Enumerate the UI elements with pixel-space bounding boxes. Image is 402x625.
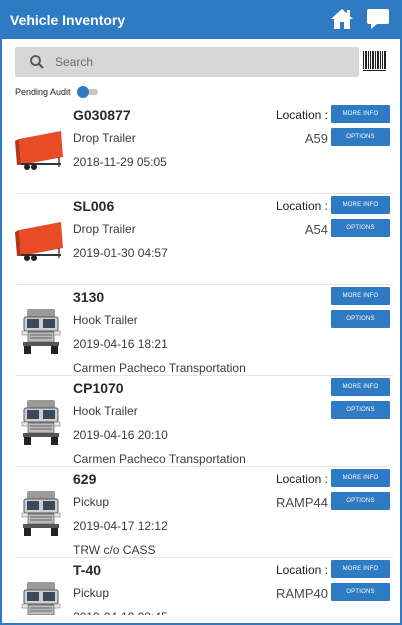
- vehicle-type: Hook Trailer: [73, 404, 138, 418]
- vehicle-id: 3130: [73, 289, 105, 305]
- vehicle-date: 2019-01-30 04:57: [73, 246, 168, 260]
- search-input[interactable]: [55, 55, 335, 69]
- vehicle-type: Pickup: [73, 495, 110, 509]
- chat-icon[interactable]: [366, 6, 390, 32]
- page-title: Vehicle Inventory: [10, 11, 126, 28]
- vehicle-card[interactable]: 3130 Hook Trailer 2019-04-16 18:21 Carme…: [15, 285, 393, 376]
- vehicle-card[interactable]: T-40 Pickup 2019-04-19 08:45 Location : …: [15, 558, 393, 615]
- location-label: Location :: [275, 108, 328, 122]
- vehicle-id: G030877: [73, 107, 131, 123]
- vehicle-id: SL006: [73, 198, 115, 214]
- more-info-button[interactable]: MORE INFO: [331, 378, 390, 396]
- vehicle-list: G030877 Drop Trailer 2018-11-29 05:05 Lo…: [15, 103, 393, 615]
- more-info-button[interactable]: MORE INFO: [331, 196, 390, 214]
- options-button[interactable]: OPTIONS: [331, 583, 390, 601]
- vehicle-type: Drop Trailer: [73, 131, 136, 145]
- content-frame: Pending Audit G030877 Drop Trailer 2018-…: [0, 39, 402, 625]
- search-bar[interactable]: [15, 47, 359, 77]
- location-label: Location :: [275, 563, 328, 577]
- search-icon: [30, 55, 44, 69]
- location-label: Location :: [275, 199, 328, 213]
- pending-audit-toggle[interactable]: [76, 86, 99, 98]
- location-value: RAMP44: [275, 495, 328, 510]
- vehicle-card[interactable]: 629 Pickup 2019-04-17 12:12 TRW c/o CASS…: [15, 467, 393, 558]
- options-button[interactable]: OPTIONS: [331, 492, 390, 510]
- more-info-button[interactable]: MORE INFO: [331, 287, 390, 305]
- vehicle-carrier: Carmen Pacheco Transportation: [73, 361, 246, 375]
- red-trailer-icon: [15, 216, 67, 264]
- options-button[interactable]: OPTIONS: [331, 310, 390, 328]
- home-icon[interactable]: [330, 6, 354, 32]
- location-label: Location :: [275, 472, 328, 486]
- vehicle-date: 2019-04-16 18:21: [73, 337, 168, 351]
- vehicle-date: 2018-11-29 05:05: [73, 155, 167, 169]
- vehicle-carrier: TRW c/o CASS: [73, 543, 156, 557]
- pending-audit-label: Pending Audit: [15, 87, 71, 97]
- location-value: A59: [304, 131, 328, 146]
- app-header: Vehicle Inventory: [0, 0, 402, 39]
- vehicle-type: Drop Trailer: [73, 222, 136, 236]
- location-value: A54: [304, 222, 328, 237]
- vehicle-id: 629: [73, 471, 97, 487]
- truck-icon: [15, 307, 67, 355]
- more-info-button[interactable]: MORE INFO: [331, 560, 390, 578]
- options-button[interactable]: OPTIONS: [331, 219, 390, 237]
- truck-icon: [15, 489, 67, 537]
- options-button[interactable]: OPTIONS: [331, 401, 390, 419]
- barcode-icon[interactable]: [362, 48, 388, 74]
- more-info-button[interactable]: MORE INFO: [331, 105, 390, 123]
- options-button[interactable]: OPTIONS: [331, 128, 390, 146]
- header-actions: [330, 6, 390, 32]
- vehicle-carrier: Carmen Pacheco Transportation: [73, 452, 246, 466]
- vehicle-date: 2019-04-17 12:12: [73, 519, 168, 533]
- red-trailer-icon: [15, 125, 67, 173]
- truck-icon: [15, 580, 67, 615]
- pending-audit-filter: Pending Audit: [15, 85, 99, 99]
- vehicle-card[interactable]: SL006 Drop Trailer 2019-01-30 04:57 Loca…: [15, 194, 393, 285]
- more-info-button[interactable]: MORE INFO: [331, 469, 390, 487]
- vehicle-date: 2019-04-16 20:10: [73, 428, 168, 442]
- vehicle-id: T-40: [73, 562, 102, 578]
- truck-icon: [15, 398, 67, 446]
- vehicle-date: 2019-04-19 08:45: [73, 610, 168, 615]
- vehicle-card[interactable]: G030877 Drop Trailer 2018-11-29 05:05 Lo…: [15, 103, 393, 194]
- vehicle-type: Hook Trailer: [73, 313, 138, 327]
- vehicle-card[interactable]: CP1070 Hook Trailer 2019-04-16 20:10 Car…: [15, 376, 393, 467]
- location-value: RAMP40: [275, 586, 328, 601]
- vehicle-id: CP1070: [73, 380, 124, 396]
- vehicle-type: Pickup: [73, 586, 110, 600]
